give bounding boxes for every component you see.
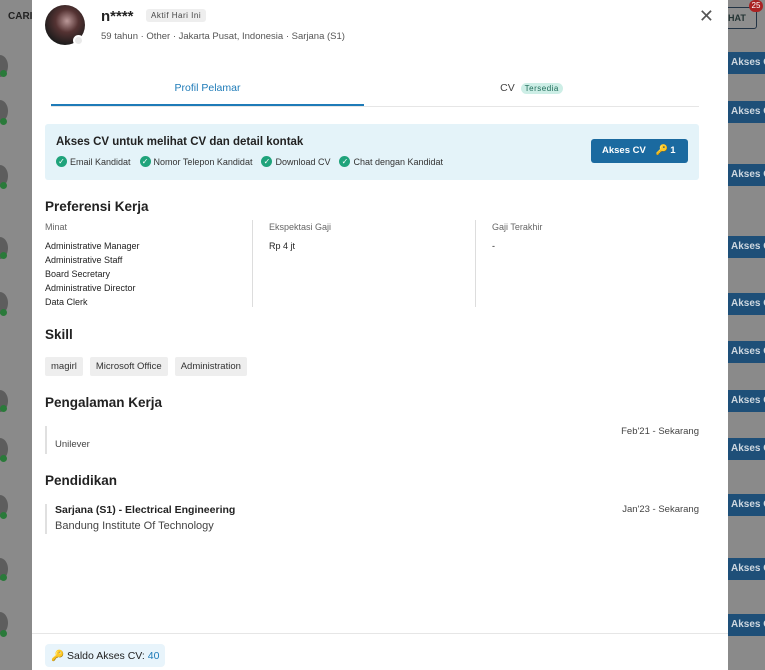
- interest-item: Data Clerk: [45, 297, 88, 307]
- saldo-value: 40: [147, 650, 160, 662]
- profile-tabs: Profil Pelamar CV Tersedia: [51, 78, 699, 107]
- background-akses-button: Akses C: [728, 438, 765, 460]
- background-action-column: Akses C Akses C Akses C Akses C Akses C …: [728, 0, 765, 670]
- tab-profile[interactable]: Profil Pelamar: [51, 78, 364, 106]
- interest-item: Board Secretary: [45, 269, 111, 279]
- background-online-dot: [0, 455, 7, 462]
- expected-salary-column: Ekspektasi Gaji Rp 4 jt: [269, 222, 331, 253]
- background-akses-button: Akses C: [728, 390, 765, 412]
- akses-cv-button[interactable]: Akses CV 🔑 1: [591, 139, 688, 163]
- experience-title: Pengalaman Kerja: [45, 395, 163, 410]
- skills-list: magirl Microsoft Office Administration: [45, 357, 247, 376]
- candidate-name: n****: [101, 8, 134, 25]
- education-period: Jan'23 - Sekarang: [622, 504, 699, 515]
- background-candidate-list: CARI: [0, 0, 32, 670]
- background-online-dot: [0, 118, 7, 125]
- active-status-badge: Aktif Hari Ini: [146, 9, 207, 22]
- akses-cv-count: 1: [670, 145, 676, 156]
- background-online-dot: [0, 309, 7, 316]
- background-online-dot: [0, 630, 7, 637]
- check-icon: ✓: [139, 156, 151, 167]
- background-akses-button: Akses C: [728, 52, 765, 74]
- key-icon: 🔑: [655, 145, 669, 156]
- check-icon: ✓: [339, 156, 351, 167]
- background-chat-badge: 25: [749, 0, 763, 12]
- tab-cv-label: CV: [500, 82, 515, 94]
- interest-item: Administrative Manager: [45, 241, 140, 251]
- education-degree: Sarjana (S1) - Electrical Engineering: [55, 504, 236, 516]
- background-akses-button: Akses C: [728, 558, 765, 580]
- background-akses-button: Akses C: [728, 164, 765, 186]
- background-online-dot: [0, 252, 7, 259]
- feature-chat: ✓ Chat dengan Kandidat: [339, 156, 443, 167]
- close-icon[interactable]: ✕: [699, 6, 714, 27]
- experience-period: Feb'21 - Sekarang: [621, 426, 699, 437]
- background-akses-button: Akses C: [728, 341, 765, 363]
- cv-available-tag: Tersedia: [520, 83, 563, 94]
- expected-salary-label: Ekspektasi Gaji: [269, 222, 332, 232]
- feature-download: ✓ Download CV: [261, 156, 330, 167]
- background-akses-button: Akses C: [728, 293, 765, 315]
- background-online-dot: [0, 405, 7, 412]
- experience-item: Unilever Feb'21 - Sekarang: [45, 426, 699, 454]
- background-search-label: CARI: [8, 11, 33, 22]
- check-icon: ✓: [56, 156, 67, 167]
- experience-company: Unilever: [55, 439, 90, 450]
- preferences-title: Preferensi Kerja: [45, 199, 149, 214]
- akses-cv-label: Akses CV: [602, 145, 646, 156]
- divider: [475, 220, 476, 307]
- skill-chip: magirl: [45, 357, 83, 376]
- cv-access-title: Akses CV untuk melihat CV dan detail kon…: [56, 136, 304, 148]
- key-icon: 🔑: [51, 650, 65, 662]
- modal-footer: 🔑 Saldo Akses CV: 40: [32, 633, 728, 670]
- candidate-meta: 59 tahun · Other · Jakarta Pusat, Indone…: [101, 31, 345, 42]
- last-salary-column: Gaji Terakhir -: [492, 222, 542, 253]
- background-akses-button: Akses C: [728, 614, 765, 636]
- feature-phone: ✓ Nomor Telepon Kandidat: [139, 156, 252, 167]
- cv-access-banner: Akses CV untuk melihat CV dan detail kon…: [45, 124, 699, 180]
- expected-salary-value: Rp 4 jt: [269, 241, 296, 251]
- check-icon: ✓: [261, 156, 273, 167]
- skill-chip: Administration: [174, 357, 247, 376]
- background-online-dot: [0, 70, 7, 77]
- education-school: Bandung Institute Of Technology: [55, 520, 214, 532]
- skills-title: Skill: [45, 327, 73, 342]
- background-online-dot: [0, 182, 7, 189]
- tab-cv[interactable]: CV Tersedia: [364, 78, 699, 106]
- divider: [252, 220, 253, 307]
- background-akses-button: Akses C: [728, 101, 765, 123]
- saldo-label: Saldo Akses CV:: [67, 650, 145, 662]
- feature-email: ✓ Email Kandidat: [56, 156, 131, 167]
- interest-column: Minat Administrative Manager Administrat…: [45, 222, 140, 309]
- education-item: Sarjana (S1) - Electrical Engineering Ba…: [45, 504, 699, 534]
- candidate-profile-modal: ✕ n**** Aktif Hari Ini 59 tahun · Other …: [32, 0, 728, 670]
- skill-chip: Microsoft Office: [89, 357, 168, 376]
- interest-item: Administrative Director: [45, 283, 136, 293]
- avatar-status-dot: [73, 35, 84, 46]
- saldo-chip: 🔑 Saldo Akses CV: 40: [45, 644, 166, 667]
- background-akses-button: Akses C: [728, 494, 765, 516]
- tab-profile-label: Profil Pelamar: [174, 82, 241, 94]
- education-title: Pendidikan: [45, 473, 118, 488]
- background-online-dot: [0, 574, 7, 581]
- cv-access-features: ✓ Email Kandidat ✓ Nomor Telepon Kandidat …: [56, 156, 443, 167]
- interest-label: Minat: [45, 222, 68, 232]
- last-salary-value: -: [492, 241, 495, 251]
- background-akses-button: Akses C: [728, 236, 765, 258]
- last-salary-label: Gaji Terakhir: [492, 222, 543, 232]
- interest-item: Administrative Staff: [45, 255, 123, 265]
- background-online-dot: [0, 512, 7, 519]
